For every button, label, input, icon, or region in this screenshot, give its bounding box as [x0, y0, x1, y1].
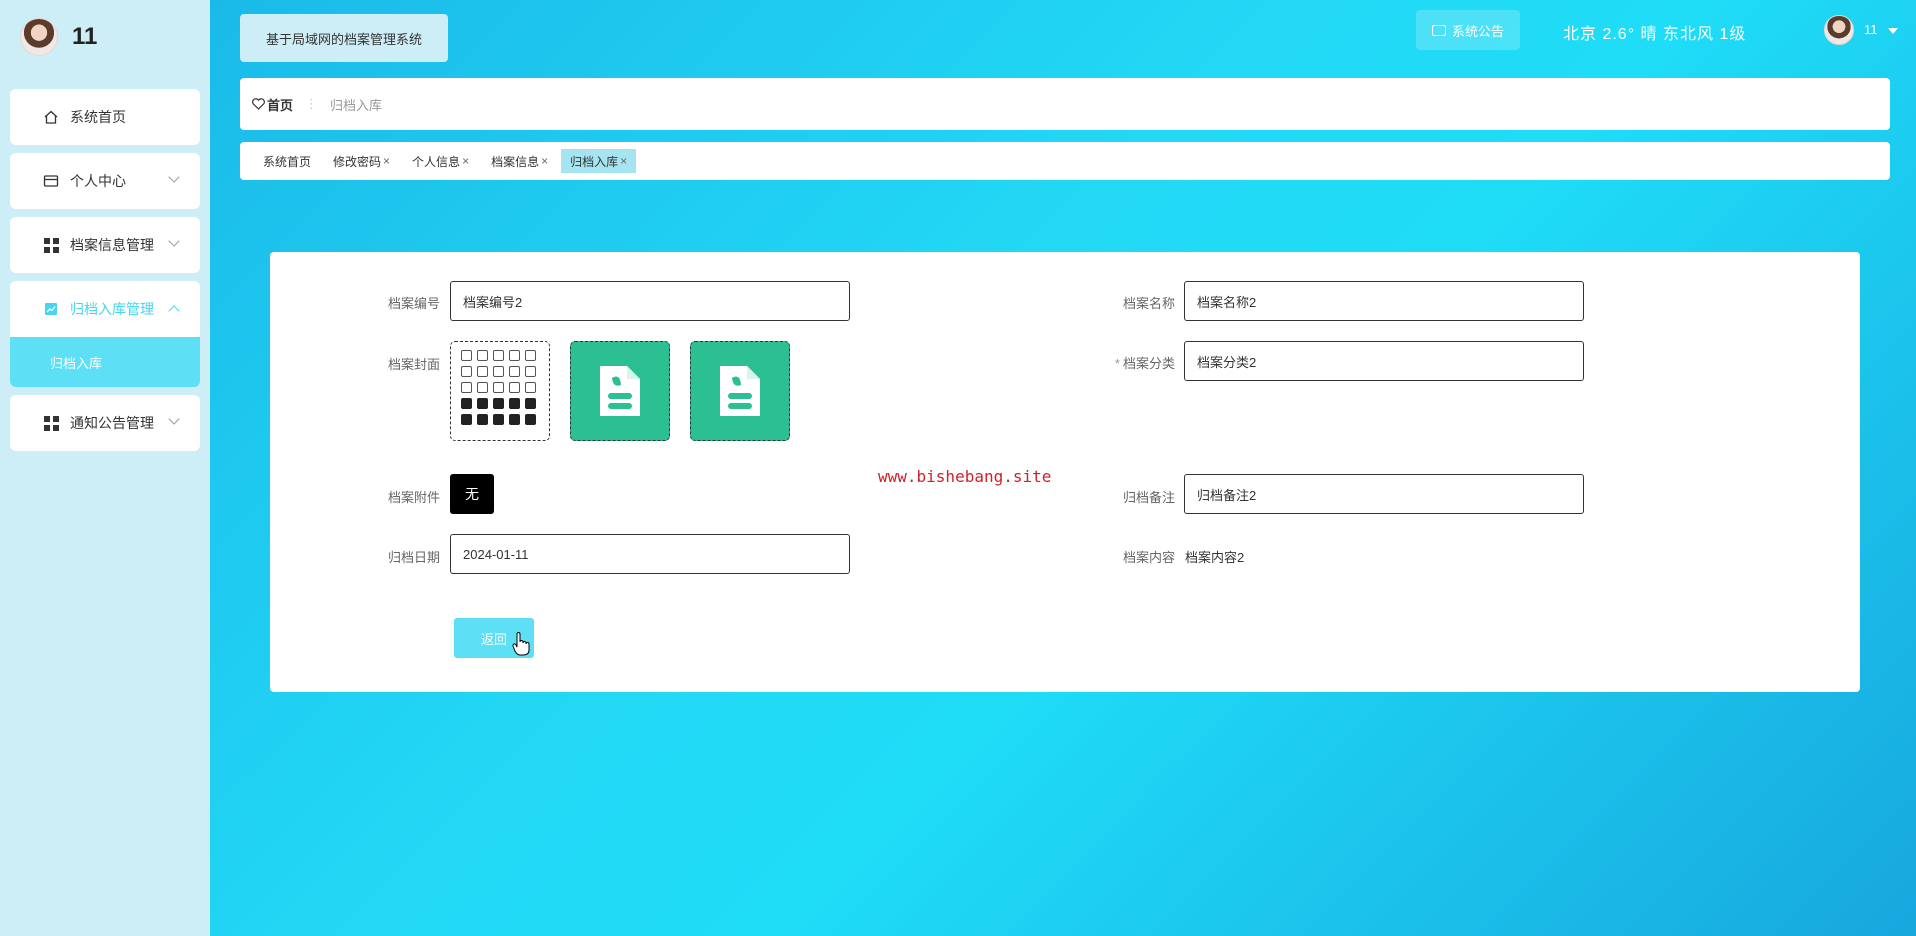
chevron-down-icon [168, 171, 180, 183]
tab-label: 系统首页 [263, 154, 312, 169]
notice-button[interactable]: 系统公告 [1416, 10, 1520, 50]
content-value: 档案内容2 [1185, 550, 1245, 565]
card-icon [42, 172, 60, 190]
sidebar-username: 11 [72, 23, 98, 50]
notice-label: 系统公告 [1451, 23, 1504, 39]
archive-no-label: 档案编号 [387, 296, 440, 311]
sidebar-item-label: 个人中心 [70, 173, 126, 189]
system-title: 基于局域网的档案管理系统 [240, 14, 448, 62]
document-icon [720, 366, 760, 416]
weather-info: 北京 2.6° 晴 东北风 1级 [1563, 26, 1747, 43]
archive-no-field[interactable]: 档案编号2 [450, 281, 850, 321]
chart-icon [42, 300, 60, 318]
sidebar-item-archive-info[interactable]: 档案信息管理 [10, 217, 200, 273]
required-mark: * [1114, 356, 1120, 371]
sidebar-item-label: 档案信息管理 [70, 237, 154, 253]
category-label-text: 档案分类 [1122, 356, 1175, 371]
breadcrumb-current: 归档入库 [330, 97, 383, 113]
tab-archiving[interactable]: 归档入库 × [561, 149, 637, 173]
header-username[interactable]: 11 [1864, 22, 1878, 37]
remark-label: 归档备注 [1122, 490, 1175, 505]
sidebar-item-label: 通知公告管理 [70, 415, 154, 431]
breadcrumb-separator: ⋮ [305, 96, 319, 111]
cover-image-2[interactable] [570, 341, 670, 441]
sidebar-user: 11 [20, 18, 97, 56]
avatar[interactable] [20, 18, 58, 56]
tab-change-password[interactable]: 修改密码 × [324, 149, 399, 173]
breadcrumb-home-label: 首页 [267, 97, 294, 113]
close-icon[interactable]: × [383, 154, 390, 168]
chevron-down-icon [168, 235, 180, 247]
sidebar-item-home[interactable]: 系统首页 [10, 89, 200, 145]
tab-bar: 系统首页 修改密码 × 个人信息 × 档案信息 × 归档入库 × [240, 142, 1890, 180]
tab-archive-info[interactable]: 档案信息 × [482, 149, 557, 173]
category-label: * 档案分类 [1095, 353, 1175, 372]
date-field[interactable]: 2024-01-11 [450, 534, 850, 574]
sidebar-item-label: 归档入库管理 [70, 301, 154, 317]
category-field[interactable]: 档案分类2 [1184, 341, 1584, 381]
close-icon[interactable]: × [541, 154, 548, 168]
grid-icon [42, 414, 60, 432]
document-icon [600, 366, 640, 416]
home-icon [42, 108, 60, 126]
date-label: 归档日期 [387, 550, 440, 565]
cover-image-1[interactable] [450, 341, 550, 441]
breadcrumb-home[interactable]: 首页 [252, 95, 293, 114]
close-icon[interactable]: × [620, 154, 627, 168]
heart-icon [252, 98, 265, 110]
breadcrumb: 首页 ⋮ 归档入库 [240, 78, 1890, 130]
attachment-button[interactable]: 无 [450, 474, 494, 514]
header-avatar[interactable] [1824, 15, 1854, 45]
message-icon [1431, 24, 1446, 36]
archive-name-field[interactable]: 档案名称2 [1184, 281, 1584, 321]
sidebar-item-profile[interactable]: 个人中心 [10, 153, 200, 209]
watermark-text: www.bishebang.site [878, 467, 1052, 486]
tab-profile[interactable]: 个人信息 × [403, 149, 478, 173]
tab-label: 个人信息 [412, 154, 461, 169]
tab-label: 归档入库 [570, 154, 619, 169]
attachment-label: 档案附件 [387, 490, 440, 505]
remark-field[interactable]: 归档备注2 [1184, 474, 1584, 514]
hand-cursor-icon [512, 632, 530, 656]
grid-icon [42, 236, 60, 254]
archive-name-label: 档案名称 [1122, 296, 1175, 311]
caret-down-icon[interactable] [1888, 28, 1898, 34]
sidebar-item-label: 系统首页 [70, 109, 126, 125]
chevron-up-icon [168, 305, 180, 317]
close-icon[interactable]: × [462, 154, 469, 168]
sidebar-item-notice[interactable]: 通知公告管理 [10, 395, 200, 451]
icon-sheet-image [451, 342, 549, 433]
sidebar-subitem-archiving[interactable]: 归档入库 [10, 337, 200, 387]
chevron-down-icon [168, 413, 180, 425]
sidebar: 11 系统首页 个人中心 档案信息管理 归档入库管理 归档入库 通知公告管理 [0, 0, 210, 936]
content-label: 档案内容 [1122, 550, 1175, 565]
tab-label: 档案信息 [491, 154, 540, 169]
cover-label: 档案封面 [387, 357, 440, 372]
tab-label: 修改密码 [333, 154, 382, 169]
sidebar-item-archiving[interactable]: 归档入库管理 [10, 281, 200, 337]
tab-home[interactable]: 系统首页 [254, 149, 320, 173]
cover-image-3[interactable] [690, 341, 790, 441]
